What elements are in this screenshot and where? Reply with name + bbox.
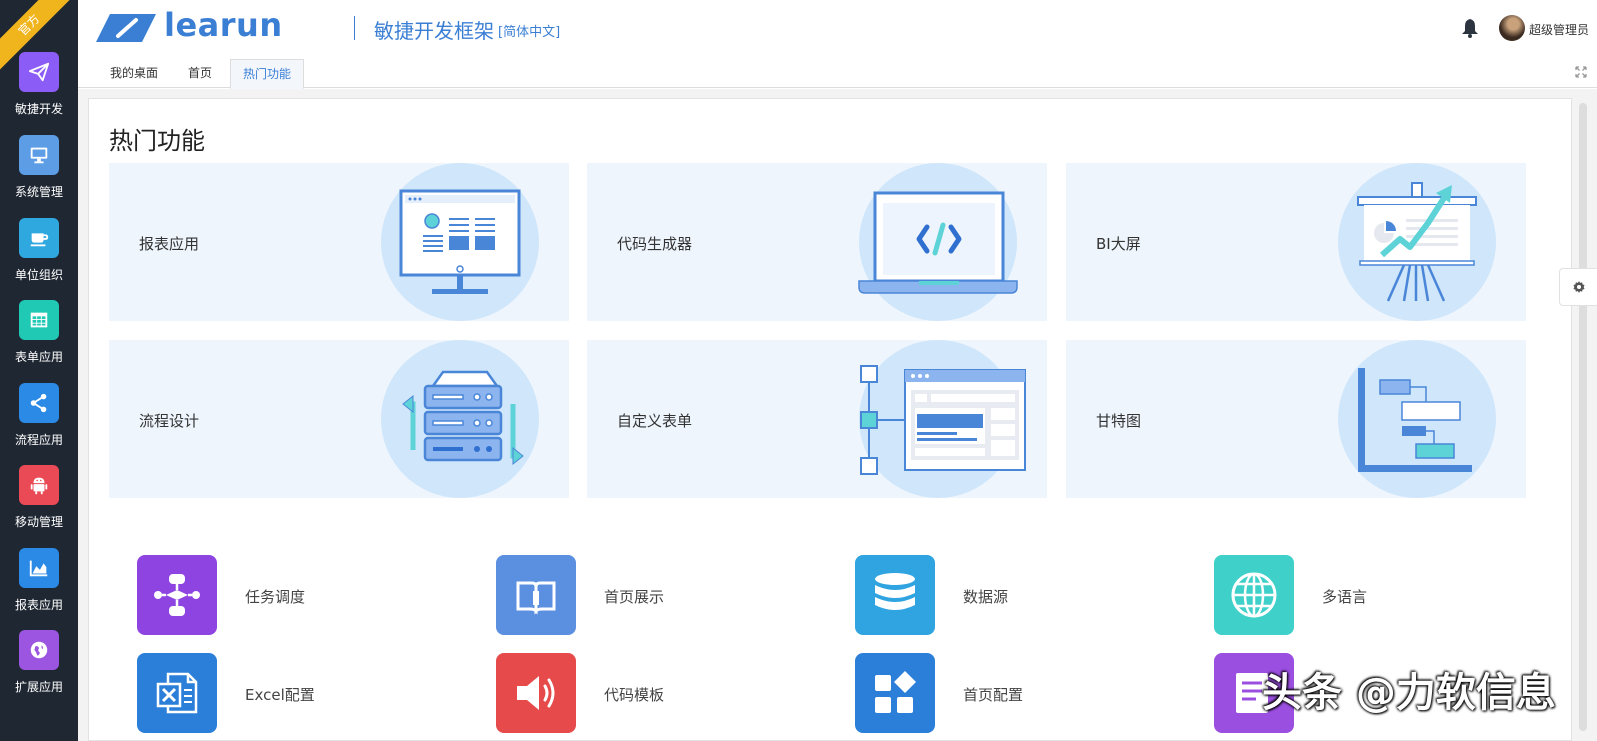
sidebar-item-form-app[interactable]: 表单应用 [0,300,78,380]
feature-home-config[interactable]: 首页配置 [855,653,1195,733]
feature-code-template[interactable]: 代码模板 [496,653,836,733]
book-icon [496,555,576,635]
sidebar-item-org[interactable]: 单位组织 [0,218,78,298]
share-nodes-icon [19,383,59,423]
feature-label: 数据源 [963,588,1009,606]
feature-task-scheduling[interactable]: 任务调度 [137,555,477,635]
language-switch[interactable]: [简体中文] [498,21,560,40]
sidebar-item-label: 移动管理 [14,515,63,529]
top-header: learun 敏捷开发框架 [简体中文] 超级管理员 [78,0,1597,56]
tab-hot-features[interactable]: 热门功能 [230,59,305,89]
main-panel: 热门功能 报表应用 代码生成器 BI大屏 流程设计 自定义表单 甘特图 任务调度… [88,98,1572,741]
database-icon [855,555,935,635]
watermark: 头条 @力软信息 [1262,670,1556,716]
feature-label: 代码模板 [604,686,665,704]
gantt-chart-icon [1358,368,1472,472]
bell-icon[interactable] [1461,18,1479,38]
feature-home-display[interactable]: 首页展示 [496,555,836,635]
tab-bar: 我的桌面 首页 热门功能 [78,56,1597,89]
speaker-icon [496,653,576,733]
sidebar-item-label: 表单应用 [14,350,63,364]
feature-label: 多语言 [1322,588,1368,606]
page-title: 热门功能 [109,127,205,155]
sidebar-item-label: 报表应用 [14,598,63,612]
fullscreen-icon[interactable] [1575,66,1587,78]
globe-icon [1214,555,1294,635]
card-bi-screen[interactable]: BI大屏 [1066,163,1526,321]
sidebar-item-agile-dev[interactable]: 敏捷开发 [0,52,78,132]
sidebar-item-label: 敏捷开发 [14,102,63,116]
globe-icon [19,630,59,670]
avatar[interactable] [1499,15,1525,41]
username[interactable]: 超级管理员 [1529,21,1589,38]
app-subtitle: 敏捷开发框架 [374,19,494,43]
feature-data-source[interactable]: 数据源 [855,555,1195,635]
feature-label: Excel配置 [245,686,315,704]
card-report-app[interactable]: 报表应用 [109,163,569,321]
coffee-cup-icon [19,218,59,258]
scrollbar[interactable] [1579,103,1587,731]
sidebar-item-extension[interactable]: 扩展应用 [0,630,78,710]
table-icon [19,300,59,340]
sidebar-item-mobile[interactable]: 移动管理 [0,465,78,545]
card-workflow-design[interactable]: 流程设计 [109,340,569,498]
laptop-code-icon [858,191,1018,294]
learun-logo-icon [96,14,156,42]
gear-icon [1572,281,1585,293]
card-code-generator[interactable]: 代码生成器 [587,163,1047,321]
sidebar-item-label: 扩展应用 [14,680,63,694]
presentation-chart-icon [1357,182,1477,302]
sidebar-item-label: 流程应用 [14,433,63,447]
paper-plane-icon [19,52,59,92]
settings-button[interactable] [1559,268,1597,306]
sidebar: 官方 敏捷开发 系统管理 单位组织 表单应用 流程应用 移动管理 报表应用 扩展… [0,0,78,741]
flowchart-icon [137,555,217,635]
tab-my-desktop[interactable]: 我的桌面 [98,59,170,89]
tab-home[interactable]: 首页 [176,59,224,89]
card-custom-form[interactable]: 自定义表单 [587,340,1047,498]
feature-label: 首页配置 [963,686,1024,704]
logo-divider [354,16,355,40]
area-chart-icon [19,548,59,588]
sidebar-item-system-mgmt[interactable]: 系统管理 [0,135,78,215]
widgets-icon [855,653,935,733]
monitor-report-icon [399,189,521,294]
android-icon [19,465,59,505]
card-gantt-chart[interactable]: 甘特图 [1066,340,1526,498]
sidebar-item-workflow[interactable]: 流程应用 [0,383,78,463]
sidebar-item-label: 单位组织 [14,268,63,282]
excel-icon [137,653,217,733]
sidebar-item-label: 系统管理 [14,185,63,199]
sidebar-item-report[interactable]: 报表应用 [0,548,78,628]
form-layout-icon [860,365,1026,475]
feature-multi-language[interactable]: 多语言 [1214,555,1554,635]
feature-label: 首页展示 [604,588,665,606]
feature-excel-config[interactable]: Excel配置 [137,653,477,733]
server-cycle-icon [402,370,524,466]
monitor-icon [19,135,59,175]
logo-text: learun [164,6,283,44]
feature-label: 任务调度 [245,588,306,606]
